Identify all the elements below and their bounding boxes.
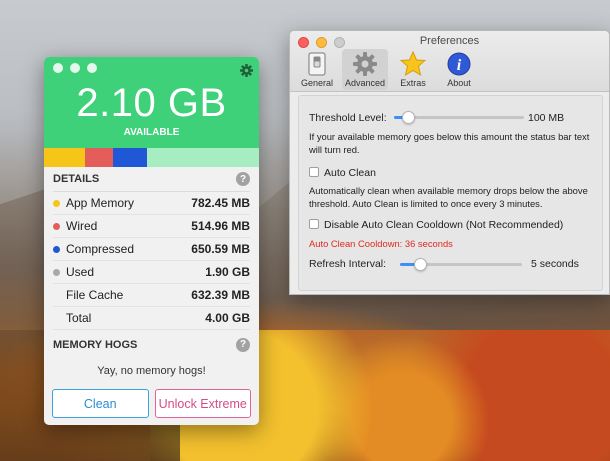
refresh-interval-slider[interactable]	[400, 258, 522, 271]
tab-advanced-label: Advanced	[344, 78, 386, 88]
window-controls	[53, 63, 97, 73]
memory-hogs-message: Yay, no memory hogs!	[97, 365, 206, 377]
memory-detail-value: 782.45 MB	[191, 196, 250, 210]
threshold-slider[interactable]	[394, 111, 524, 124]
tab-advanced[interactable]: Advanced	[342, 49, 388, 90]
refresh-interval-value: 5 seconds	[531, 258, 579, 270]
tab-about-label: About	[447, 78, 471, 88]
memory-hogs-header: MEMORY HOGS ?	[53, 332, 250, 357]
minimize-button[interactable]	[70, 63, 80, 73]
tab-extras[interactable]: Extras	[392, 49, 434, 90]
details-help-icon[interactable]: ?	[236, 172, 250, 186]
zoom-button[interactable]	[87, 63, 97, 73]
threshold-slider-knob[interactable]	[402, 111, 415, 124]
disable-cooldown-checkbox[interactable]	[309, 219, 319, 229]
memory-detail-value: 514.96 MB	[191, 219, 250, 233]
action-buttons: Clean Unlock Extreme	[44, 389, 259, 418]
details-section: DETAILS ? App Memory 782.45 MB Wired 514.96…	[44, 167, 259, 377]
info-icon: i	[446, 51, 472, 77]
threshold-value: 100 MB	[528, 112, 565, 124]
tab-general[interactable]: General	[296, 49, 338, 90]
window-title: Preferences	[419, 35, 480, 47]
threshold-description: If your available memory goes below this…	[309, 131, 590, 155]
memory-detail-label: File Cache	[66, 288, 124, 302]
memory-detail-row: File Cache 632.39 MB	[53, 284, 250, 307]
tab-general-label: General	[300, 78, 334, 88]
memory-detail-value: 4.00 GB	[205, 311, 250, 325]
memory-bar-segment	[84, 148, 113, 167]
refresh-interval-label: Refresh Interval:	[309, 258, 387, 270]
memory-detail-label: Compressed	[66, 242, 135, 256]
memory-detail-row: App Memory 782.45 MB	[53, 192, 250, 215]
threshold-label: Threshold Level:	[309, 112, 387, 124]
memory-detail-row: Compressed 650.59 MB	[53, 238, 250, 261]
refresh-slider-knob[interactable]	[414, 258, 427, 271]
memory-detail-row: Used 1.90 GB	[53, 261, 250, 284]
memory-bar-segment	[44, 148, 85, 167]
memory-detail-label: App Memory	[66, 196, 135, 210]
general-switch-icon	[304, 51, 330, 77]
memory-detail-row: Total 4.00 GB	[53, 307, 250, 330]
memory-bar-segment	[112, 148, 148, 167]
memory-detail-label: Used	[66, 265, 95, 279]
hogs-help-icon[interactable]: ?	[236, 337, 250, 352]
details-header: DETAILS ?	[53, 167, 250, 192]
memory-details-list: App Memory 782.45 MB Wired 514.96 MB Compres…	[53, 192, 250, 330]
memory-bar-segment	[147, 148, 259, 167]
memory-detail-label: Total	[66, 311, 92, 325]
clean-button[interactable]: Clean	[52, 389, 149, 418]
advanced-pane: Threshold Level: 100 MB If your availabl…	[298, 95, 603, 291]
memory-window: 2.10 GB AVAILABLE DETAILS ? App Memory 78…	[44, 57, 259, 425]
disable-cooldown-option[interactable]: Disable Auto Clean Cooldown (Not Recomme…	[309, 219, 563, 231]
tab-about[interactable]: i About	[438, 49, 480, 90]
preferences-toolbar: General Advanced Extras i About	[296, 49, 480, 90]
memory-detail-row: Wired 514.96 MB	[53, 215, 250, 238]
gear-icon	[352, 51, 378, 77]
unlock-extreme-button[interactable]: Unlock Extreme	[154, 389, 251, 418]
legend-dot-icon	[53, 268, 60, 276]
memory-hogs-title: MEMORY HOGS	[53, 338, 138, 351]
close-button[interactable]	[53, 63, 63, 73]
legend-dot-icon	[53, 292, 60, 299]
preferences-window: Preferences General Advanced Extras i Ab…	[289, 30, 610, 295]
memory-header: 2.10 GB AVAILABLE	[44, 57, 259, 148]
available-memory-value: 2.10 GB	[76, 81, 227, 125]
memory-detail-label: Wired	[66, 219, 98, 233]
disable-cooldown-label: Disable Auto Clean Cooldown (Not Recomme…	[324, 219, 564, 231]
legend-dot-icon	[53, 315, 60, 322]
auto-clean-label: Auto Clean	[324, 167, 376, 179]
preferences-titlebar: Preferences General Advanced Extras i Ab…	[290, 31, 609, 92]
details-title: DETAILS	[53, 173, 100, 185]
tab-extras-label: Extras	[400, 78, 426, 88]
auto-clean-description: Automatically clean when available memor…	[309, 185, 588, 209]
legend-dot-icon	[53, 222, 60, 230]
legend-dot-icon	[53, 199, 60, 207]
auto-clean-checkbox[interactable]	[309, 167, 319, 177]
memory-usage-bar	[44, 148, 259, 167]
settings-gear-icon[interactable]	[240, 64, 253, 77]
available-label: AVAILABLE	[123, 127, 180, 138]
memory-detail-value: 632.39 MB	[191, 288, 250, 302]
star-icon	[400, 51, 426, 77]
cooldown-status: Auto Clean Cooldown: 36 seconds	[309, 238, 453, 249]
memory-detail-value: 650.59 MB	[191, 242, 250, 256]
memory-detail-value: 1.90 GB	[205, 265, 250, 279]
legend-dot-icon	[53, 245, 60, 253]
svg-text:i: i	[457, 57, 462, 74]
auto-clean-option[interactable]: Auto Clean	[309, 167, 376, 179]
